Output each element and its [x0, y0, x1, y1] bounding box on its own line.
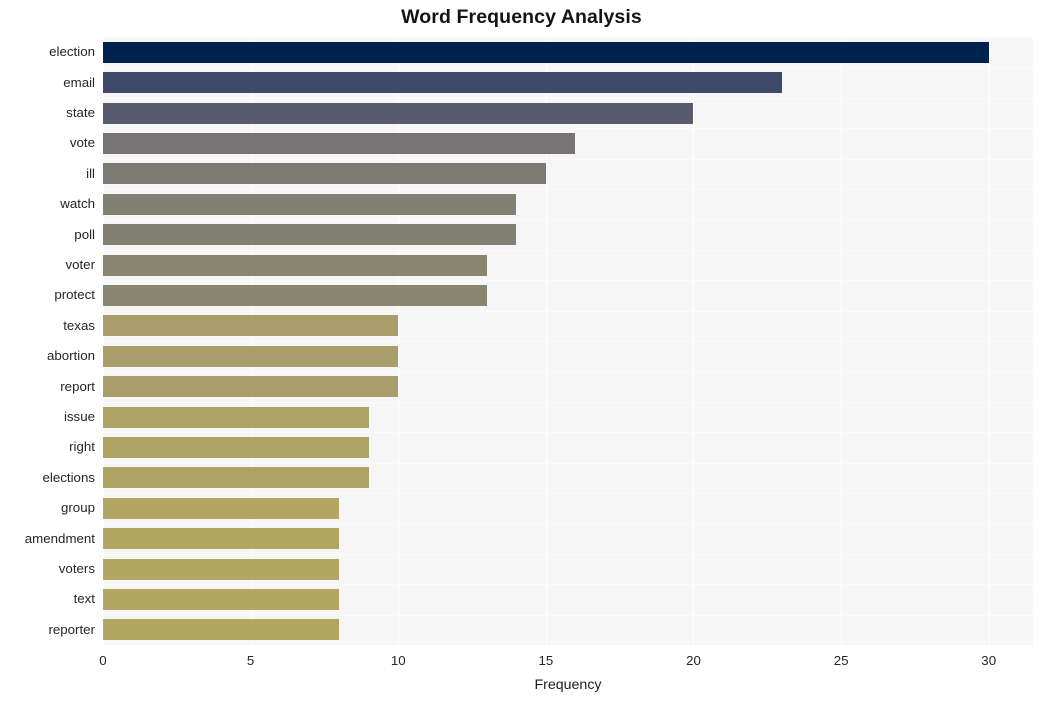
y-tick-label: report	[60, 378, 95, 394]
x-axis: 0 5 10 15 20 25 30 Frequency	[0, 645, 1043, 701]
y-tick-label: voters	[58, 561, 95, 576]
gridline-horizontal	[103, 159, 1033, 160]
bar	[103, 163, 546, 185]
bar	[103, 132, 576, 154]
bar	[103, 224, 517, 246]
gridline-horizontal	[103, 523, 1033, 524]
x-tick-label: 0	[99, 653, 107, 668]
y-tick-label: issue	[63, 409, 95, 424]
y-tick-label: election	[49, 44, 95, 60]
word-frequency-chart-figure: Word Frequency Analysis election email sta…	[0, 0, 1043, 701]
y-tick-label: vote	[69, 135, 95, 151]
bar	[103, 72, 783, 94]
x-tick-label: 5	[246, 653, 255, 668]
gridline-horizontal	[103, 219, 1033, 220]
bar	[103, 528, 340, 550]
gridline-horizontal	[103, 584, 1033, 585]
gridline-horizontal	[103, 554, 1033, 555]
bar	[103, 254, 487, 276]
y-tick-label: email	[63, 74, 95, 90]
bar	[103, 376, 399, 398]
bar	[103, 315, 399, 337]
bar	[103, 436, 369, 458]
x-tick-label: 10	[390, 653, 406, 668]
bar	[103, 284, 487, 306]
gridline-horizontal	[103, 128, 1033, 129]
x-tick-label: 25	[833, 653, 849, 668]
bar	[103, 588, 340, 610]
y-tick-label: poll	[74, 226, 95, 242]
gridline-horizontal	[103, 67, 1033, 68]
chart-title: Word Frequency Analysis	[401, 6, 642, 28]
gridline-horizontal	[103, 463, 1033, 464]
bar	[103, 619, 340, 641]
gridline-horizontal	[103, 280, 1033, 281]
plot-area	[103, 37, 1033, 645]
y-tick-label: group	[60, 500, 95, 516]
gridline-horizontal	[103, 341, 1033, 342]
y-tick-label: text	[73, 591, 95, 607]
gridline-horizontal	[103, 402, 1033, 403]
y-tick-label: reporter	[48, 621, 95, 637]
bar	[103, 467, 369, 489]
y-tick-label: right	[69, 439, 95, 455]
gridline-horizontal	[103, 189, 1033, 190]
bar	[103, 345, 399, 367]
y-tick-label: texas	[63, 317, 95, 333]
y-tick-label: protect	[54, 287, 95, 303]
bar	[103, 497, 340, 519]
gridline-horizontal	[103, 615, 1033, 616]
bar	[103, 558, 340, 580]
gridline-horizontal	[103, 432, 1033, 433]
y-tick-label: elections	[42, 469, 95, 485]
bar	[103, 406, 369, 428]
x-tick-label: 15	[538, 653, 554, 668]
gridline-horizontal	[103, 493, 1033, 494]
gridline-horizontal	[103, 371, 1033, 372]
x-tick-label: 30	[981, 653, 997, 668]
gridline-horizontal	[103, 98, 1033, 99]
y-tick-label: amendment	[24, 530, 95, 546]
bar	[103, 102, 694, 124]
bar	[103, 41, 989, 63]
bar	[103, 193, 517, 215]
y-tick-label: ill	[86, 165, 95, 181]
x-tick-label: 20	[686, 653, 701, 668]
y-tick-label: abortion	[46, 348, 95, 364]
y-tick-label: watch	[60, 196, 95, 212]
y-tick-label: state	[66, 105, 95, 120]
x-axis-label: Frequency	[534, 677, 602, 693]
gridline-horizontal	[103, 311, 1033, 312]
y-axis-tick-labels: election email state vote ill watch poll voter p…	[0, 37, 95, 645]
y-tick-label: voter	[65, 257, 95, 272]
gridline-horizontal	[103, 250, 1033, 251]
gridline-horizontal	[103, 37, 1033, 38]
